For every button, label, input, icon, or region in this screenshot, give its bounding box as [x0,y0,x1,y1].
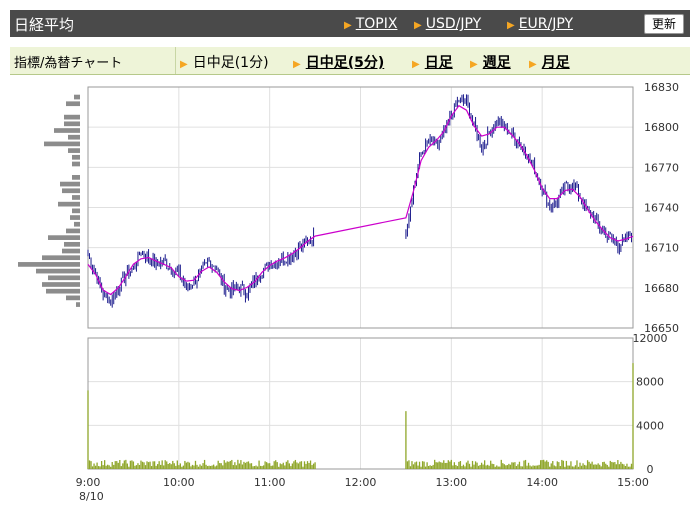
tab-intraday-1min[interactable]: ▶ 日中足(1分) [180,52,269,72]
volume-grid [87,337,634,470]
triangle-icon: ▶ [344,20,352,31]
time-tick-label: 14:00 [526,476,558,489]
date-label: 8/10 [79,490,104,503]
volume-profile-bar [66,101,80,107]
price-tick-label: 16680 [644,282,679,295]
volume-profile-bar [42,282,80,287]
time-tick-label: 11:00 [254,476,286,489]
volume-profile-bar [58,201,80,207]
volume-profile-bar [72,195,80,200]
triangle-icon: ▶ [507,20,515,31]
price-tick-label: 16830 [644,81,679,94]
divider [175,47,176,74]
tab-weekly[interactable]: ▶ 週足 [470,52,511,72]
volume-profile-bar [66,228,80,234]
tab-monthly[interactable]: ▶ 月足 [529,52,570,72]
price-tick-label: 16650 [644,322,679,335]
volume-profile-bar [66,295,80,301]
link-eurjpy-label: EUR/JPY [518,16,574,32]
tab-label: 日足 [424,55,453,71]
volume-profile-bar [62,248,80,254]
volume-profile-bar [72,161,80,167]
time-axis: 9:00 10:00 11:00 12:00 13:00 14:00 15:00 [76,476,649,489]
volume-tick-label: 4000 [636,419,664,432]
price-tick-label: 16710 [644,242,679,255]
volume-tick-label: 12000 [633,332,668,345]
volume-profile-bar [68,148,80,153]
volume-profile-bar [72,208,80,214]
page-title: 日経平均 [14,16,75,34]
price-grid [87,86,634,329]
volume-profile-bar [64,241,80,247]
tab-label: 日中足(1分) [192,55,269,71]
link-usdjpy[interactable]: ▶ USD/JPY [414,16,481,32]
chart-nav-label: 指標/為替チャート [14,56,123,71]
volume-profile [18,94,80,307]
volume-panel [87,337,634,470]
refresh-button[interactable]: 更新 [643,14,684,34]
triangle-icon: ▶ [470,59,478,70]
intraday-chart: 16650 16680 16710 16740 16770 16800 16830 0 400… [18,81,679,503]
time-tick-label: 15:00 [617,476,649,489]
time-tick-label: 13:00 [435,476,467,489]
time-tick-label: 9:00 [76,476,101,489]
moving-average-line [87,104,634,296]
triangle-icon: ▶ [180,59,188,70]
tab-label: 週足 [482,55,511,71]
price-axis: 16650 16680 16710 16740 16770 16800 16830 [644,81,679,335]
volume-profile-bar [64,121,80,127]
link-usdjpy-label: USD/JPY [425,16,482,32]
volume-profile-bar [72,154,80,160]
price-tick-label: 16740 [644,202,679,215]
triangle-icon: ▶ [412,59,420,70]
volume-profile-bar [64,114,80,120]
link-topix-label: TOPIX [355,16,398,32]
volume-profile-bar [54,128,80,133]
tab-daily[interactable]: ▶ 日足 [412,52,453,72]
triangle-icon: ▶ [293,59,301,70]
volume-bars [87,363,634,469]
volume-profile-bar [70,215,80,220]
volume-axis: 0 4000 8000 12000 [633,332,668,476]
triangle-icon: ▶ [529,59,537,70]
volume-profile-bar [68,134,80,140]
volume-profile-bar [36,268,80,274]
volume-profile-bar [46,288,80,294]
triangle-icon: ▶ [414,20,422,31]
volume-profile-bar [72,175,80,180]
volume-profile-bar [48,235,80,240]
top-bar: 日経平均 ▶ TOPIX ▶ USD/JPY ▶ EUR/JPY 更新 [10,10,690,37]
volume-tick-label: 0 [647,463,654,476]
volume-profile-bar [18,262,80,267]
volume-profile-bar [44,141,80,147]
volume-tick-label: 8000 [636,376,664,389]
tab-intraday-5min[interactable]: ▶ 日中足(5分) [293,52,384,72]
price-tick-label: 16770 [644,161,679,174]
volume-profile-bar [62,188,80,194]
volume-profile-bar [74,221,80,227]
tab-label: 日中足(5分) [305,55,385,71]
volume-profile-bar [42,255,80,261]
volume-profile-bar [60,181,80,187]
volume-profile-bar [74,94,80,100]
tab-label: 月足 [541,55,570,71]
volume-profile-bar [76,302,80,307]
price-candles [87,94,632,308]
link-topix[interactable]: ▶ TOPIX [344,16,397,32]
link-eurjpy[interactable]: ▶ EUR/JPY [507,16,573,32]
time-tick-label: 12:00 [345,476,377,489]
volume-profile-bar [48,275,80,281]
price-tick-label: 16800 [644,121,679,134]
chart-nav: 指標/為替チャート ▶ 日中足(1分) ▶ 日中足(5分) ▶ 日足 ▶ 週足 ▶ 月足 [10,47,690,75]
price-panel [87,86,634,329]
time-tick-label: 10:00 [163,476,195,489]
